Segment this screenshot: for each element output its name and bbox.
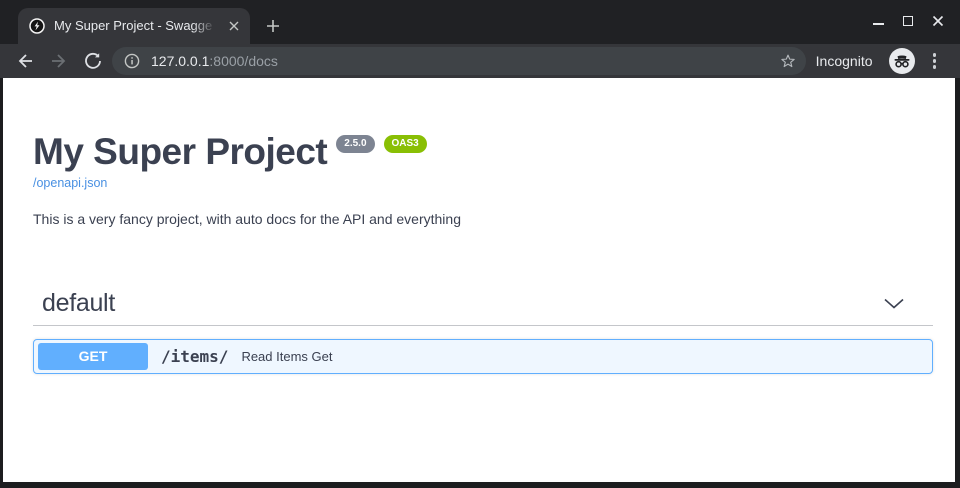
maximize-icon [903, 16, 913, 26]
api-section-default: default GET /items/ Read Items Get [33, 289, 933, 374]
menu-dot-icon [933, 59, 937, 63]
site-info-icon[interactable] [124, 53, 140, 69]
oas-badge: OAS3 [384, 135, 427, 153]
address-bar[interactable]: 127.0.0.1:8000/docs [112, 47, 806, 75]
close-icon [229, 21, 239, 31]
plus-icon [266, 19, 280, 33]
page-viewport: My Super Project 2.5.0 OAS3 /openapi.jso… [3, 78, 955, 482]
swagger-ui: My Super Project 2.5.0 OAS3 /openapi.jso… [3, 78, 955, 374]
url-host: 127.0.0.1 [151, 53, 209, 69]
chevron-down-icon [883, 298, 905, 309]
operation-path-link[interactable]: /items/ [161, 347, 228, 366]
openapi-spec-link[interactable]: /openapi.json [33, 176, 107, 190]
version-badge: 2.5.0 [336, 135, 374, 153]
incognito-label: Incognito [816, 53, 873, 69]
operation-summary: Read Items Get [241, 349, 332, 364]
close-window-button[interactable] [932, 14, 944, 28]
star-icon [779, 52, 797, 70]
bookmark-star-button[interactable] [779, 52, 797, 70]
url-text: 127.0.0.1:8000/docs [151, 53, 278, 69]
section-header[interactable]: default [33, 289, 933, 326]
close-icon [932, 15, 944, 27]
menu-dot-icon [933, 53, 937, 57]
incognito-icon [889, 48, 915, 74]
url-path: :8000/docs [209, 53, 278, 69]
method-badge: GET [38, 343, 148, 370]
back-button[interactable] [15, 51, 35, 71]
section-title: default [42, 289, 115, 318]
browser-toolbar: 127.0.0.1:8000/docs Incognito [0, 44, 960, 78]
api-description: This is a very fancy project, with auto … [33, 211, 933, 227]
operation-row-get-items[interactable]: GET /items/ Read Items Get [33, 339, 933, 374]
reload-button[interactable] [83, 51, 103, 71]
swagger-favicon-icon [29, 18, 45, 34]
back-arrow-icon [16, 52, 34, 70]
browser-tab[interactable]: My Super Project - Swagge [18, 8, 250, 44]
window-controls [872, 12, 944, 30]
tab-strip: My Super Project - Swagge [0, 0, 960, 44]
toolbar-right-cluster: Incognito [816, 44, 938, 78]
reload-icon [84, 52, 102, 70]
tab-close-button[interactable] [226, 18, 242, 34]
tab-title-wrap: My Super Project - Swagge [54, 17, 220, 35]
minimize-icon [873, 23, 884, 25]
new-tab-button[interactable] [264, 17, 282, 35]
forward-button[interactable] [49, 51, 69, 71]
minimize-button[interactable] [872, 14, 884, 28]
maximize-button[interactable] [902, 14, 914, 28]
browser-menu-button[interactable] [931, 51, 939, 71]
tab-title-fade [192, 17, 220, 35]
page-title: My Super Project [33, 133, 327, 170]
browser-window: My Super Project - Swagge [0, 0, 960, 488]
api-title-row: My Super Project 2.5.0 OAS3 [33, 133, 933, 170]
forward-arrow-icon [50, 52, 68, 70]
menu-dot-icon [933, 65, 937, 69]
